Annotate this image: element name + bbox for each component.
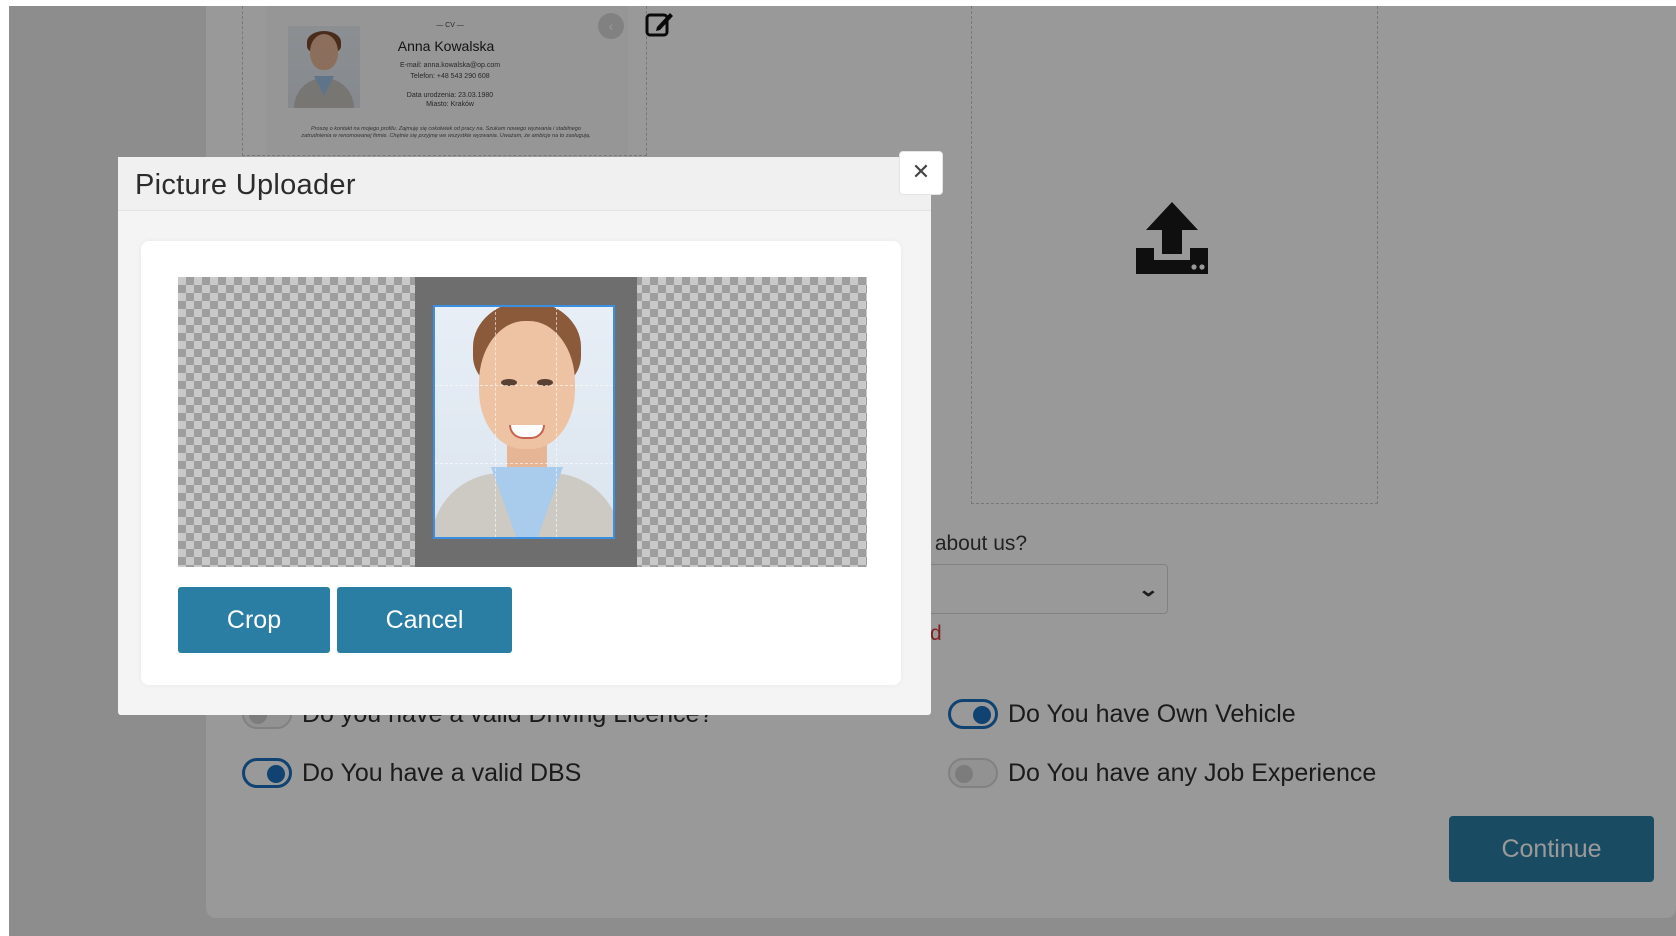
- top-edge: [0, 0, 1676, 6]
- cancel-button[interactable]: Cancel: [337, 587, 512, 653]
- crop-selection[interactable]: [433, 305, 615, 539]
- modal-title: Picture Uploader: [135, 169, 356, 201]
- modal-body: Crop Cancel: [141, 241, 901, 685]
- close-icon[interactable]: ✕: [899, 151, 943, 195]
- picture-uploader-modal: Picture Uploader Crop Cancel: [118, 157, 931, 715]
- modal-header: Picture Uploader: [118, 157, 931, 211]
- source-image: [415, 277, 637, 567]
- left-edge: [0, 0, 9, 936]
- crop-button[interactable]: Crop: [178, 587, 330, 653]
- crop-canvas[interactable]: [178, 277, 867, 567]
